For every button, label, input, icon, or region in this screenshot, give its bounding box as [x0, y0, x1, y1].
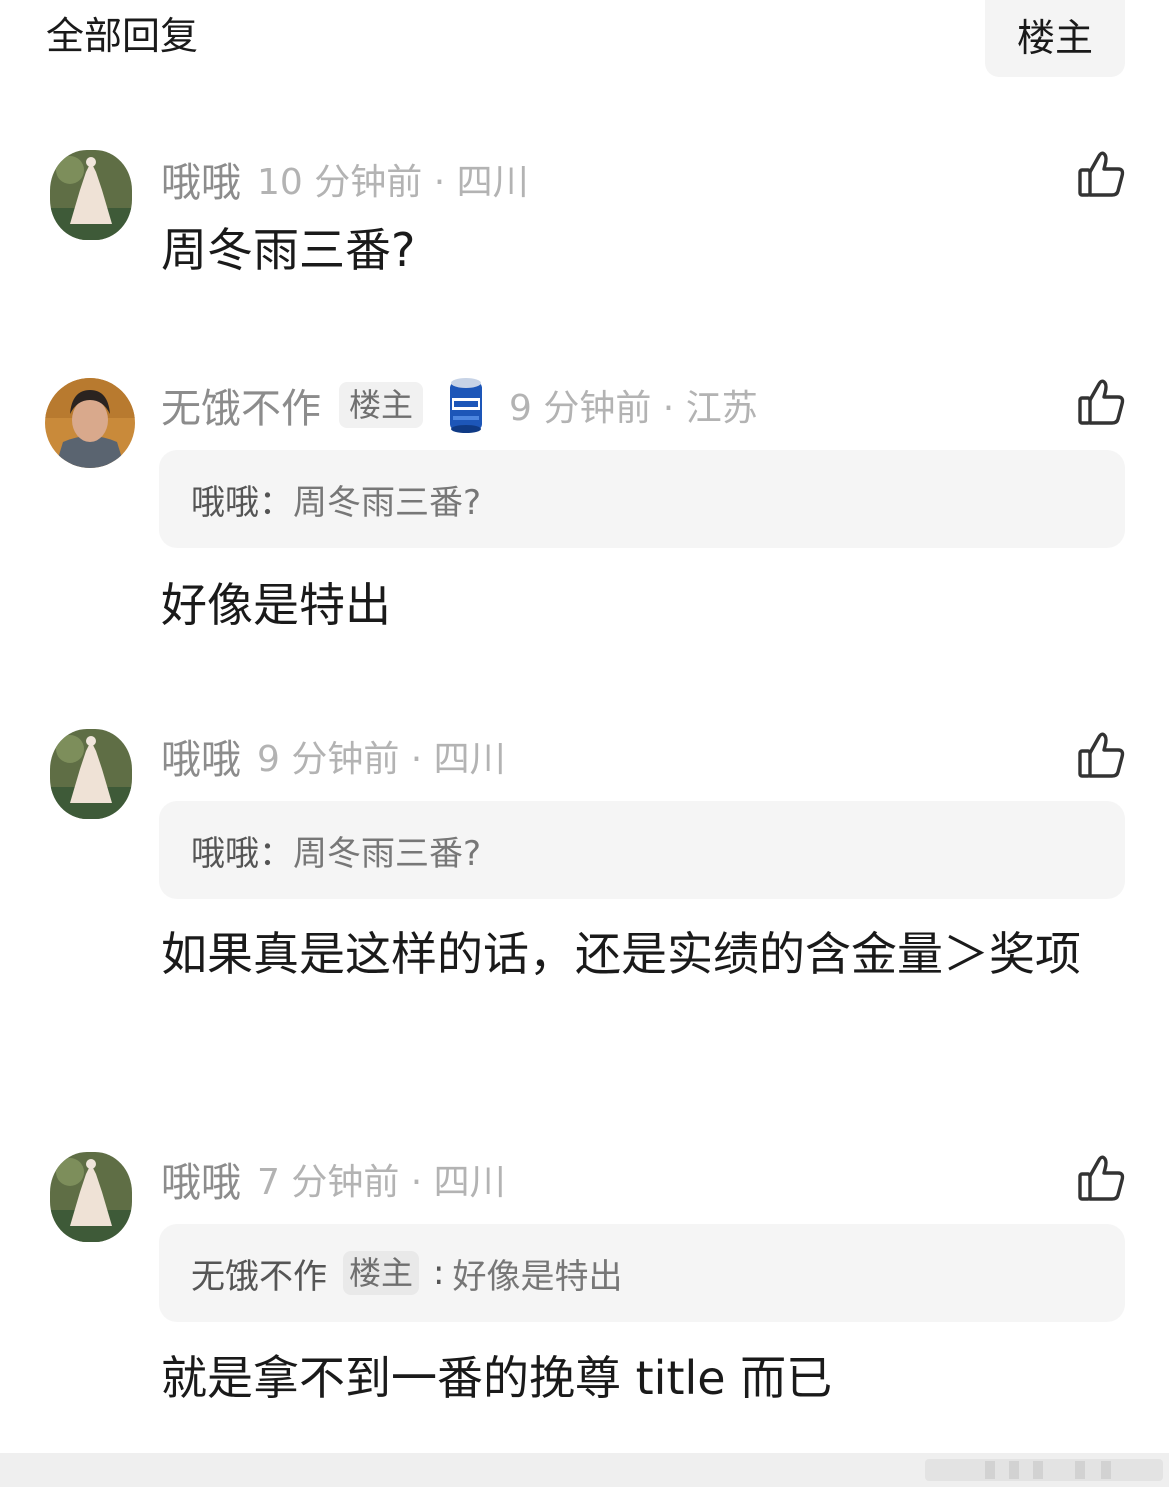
comment-text: 就是拿不到一番的挽尊 title 而已 [161, 1351, 833, 1405]
time-location: 7 分钟前 · 四川 [257, 1162, 506, 1203]
op-tag: 楼主 [339, 382, 424, 428]
quoted-reply[interactable]: 哦哦： 周冬雨三番? [159, 801, 1125, 899]
time-location: 10 分钟前 · 四川 [257, 162, 529, 203]
quote-separator: : [433, 1253, 445, 1293]
quoted-text: 周冬雨三番? [293, 482, 482, 523]
username[interactable]: 哦哦 [161, 727, 241, 785]
comment-text: 如果真是这样的话，还是实绩的含金量＞奖项 [161, 927, 1081, 981]
quoted-username: 无饿不作 [191, 1256, 327, 1297]
page-title: 全部回复 [46, 14, 199, 58]
quoted-op-tag: 楼主 [343, 1251, 420, 1295]
comment-text: 好像是特出 [161, 578, 391, 632]
time-location: 9 分钟前 · 四川 [257, 739, 506, 780]
comment-item: 哦哦 7 分钟前 · 四川 无饿不作 楼主 : 好像是特出 就是拿不到一番的挽尊… [0, 1149, 1169, 1419]
like-icon[interactable] [1074, 1151, 1128, 1205]
like-icon[interactable] [1074, 147, 1128, 201]
quoted-reply[interactable]: 哦哦： 周冬雨三番? [159, 450, 1125, 548]
comment-meta: 无饿不作 楼主 9 分钟前 · 江苏 [161, 375, 758, 435]
op-only-filter-button[interactable]: 楼主 [985, 0, 1125, 77]
user-avatar[interactable] [50, 150, 132, 240]
user-avatar[interactable] [50, 729, 132, 819]
comment-item: 哦哦 9 分钟前 · 四川 哦哦： 周冬雨三番? 如果真是这样的话，还是实绩的含… [0, 726, 1169, 1066]
quoted-username: 哦哦： [191, 833, 293, 874]
like-icon[interactable] [1074, 728, 1128, 782]
user-avatar[interactable] [50, 1152, 132, 1242]
quoted-text: 周冬雨三番? [293, 833, 482, 874]
comment-meta: 哦哦 10 分钟前 · 四川 [161, 149, 529, 209]
username[interactable]: 哦哦 [161, 150, 241, 208]
time-location: 9 分钟前 · 江苏 [509, 388, 758, 429]
username[interactable]: 无饿不作 [161, 376, 321, 434]
like-icon[interactable] [1074, 375, 1128, 429]
watermark-icon [925, 1451, 1163, 1485]
comment-meta: 哦哦 7 分钟前 · 四川 [161, 1149, 506, 1209]
comment-item: 无饿不作 楼主 9 分钟前 · 江苏 哦哦： 周冬雨三番? 好像是特出 [0, 375, 1169, 645]
quoted-reply[interactable]: 无饿不作 楼主 : 好像是特出 [159, 1224, 1125, 1322]
user-avatar[interactable] [45, 378, 135, 468]
comment-item: 哦哦 10 分钟前 · 四川 周冬雨三番? [0, 147, 1169, 327]
quoted-username: 哦哦： [191, 482, 293, 523]
replies-header: 全部回复 楼主 [0, 0, 1169, 80]
comment-text: 周冬雨三番? [161, 223, 416, 277]
comment-meta: 哦哦 9 分钟前 · 四川 [161, 726, 506, 786]
username[interactable]: 哦哦 [161, 1150, 241, 1208]
beer-can-icon [447, 376, 485, 434]
quoted-text: 好像是特出 [452, 1256, 623, 1297]
